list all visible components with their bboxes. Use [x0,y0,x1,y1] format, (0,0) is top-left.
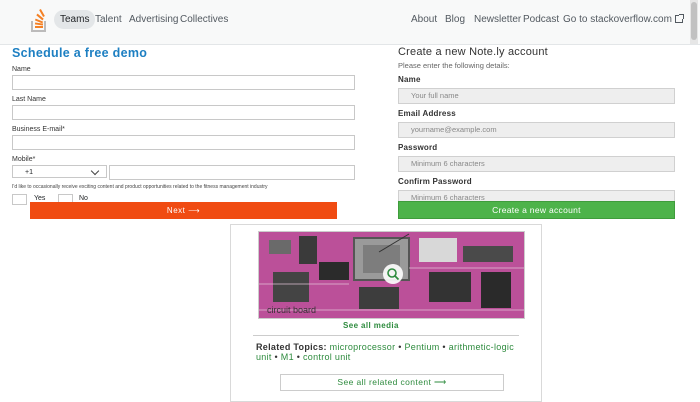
topic-link-control-unit[interactable]: control unit [303,352,351,362]
mobile-label: Mobile* [12,156,36,163]
external-link-icon [674,14,684,23]
nav-talent[interactable]: Talent [95,14,122,25]
password-label: Password [398,143,438,152]
topic-separator: • [296,352,301,362]
consent-text: I'd like to occasionally receive excitin… [12,184,268,190]
nav-blog[interactable]: Blog [445,14,465,25]
stackoverflow-logo-icon[interactable] [30,7,48,33]
name-input[interactable] [12,75,355,90]
nav-teams[interactable]: Teams [54,10,96,29]
media-card: circuit board See all media Related Topi… [230,224,542,402]
business-email-label: Business E-mail* [12,126,65,133]
country-code-value: +1 [25,169,33,176]
name-label: Name [12,66,31,73]
demo-form-title: Schedule a free demo [12,46,148,60]
scrollbar-thumb[interactable] [691,2,697,40]
yes-checkbox[interactable] [12,193,27,205]
business-email-input[interactable] [12,135,355,150]
account-form-title: Create a new Note.ly account [398,46,548,58]
topic-separator: • [274,352,278,362]
nav-about[interactable]: About [411,14,437,25]
see-all-media-link[interactable]: See all media [343,321,399,330]
nav-go-to-stackoverflow-label: Go to stackoverflow.com [563,14,672,25]
yes-label: Yes [34,194,46,202]
create-account-button[interactable]: Create a new account [398,201,675,219]
related-topics: Related Topics: microprocessor • Pentium… [256,342,516,362]
topic-separator: • [442,342,446,352]
topic-separator: • [398,342,402,352]
top-navigation-bar: Teams Talent Advertising Collectives Abo… [0,0,700,45]
nav-advertising[interactable]: Advertising [129,14,178,25]
related-topics-label: Related Topics: [256,342,327,352]
email-label: Email Address [398,109,456,118]
full-name-label: Name [398,75,421,84]
nav-newsletter[interactable]: Newsletter [474,14,521,25]
last-name-input[interactable] [12,105,355,120]
topic-link-microprocessor[interactable]: microprocessor [330,342,396,352]
chevron-down-icon [90,166,100,176]
nav-podcast[interactable]: Podcast [523,14,559,25]
no-label: No [79,194,88,202]
topic-link-pentium[interactable]: Pentium [404,342,439,352]
full-name-input[interactable]: Your full name [398,88,675,104]
magnify-icon[interactable] [386,267,400,281]
confirm-password-label: Confirm Password [398,177,472,186]
mobile-row: +1 [12,165,357,180]
topic-link-m1[interactable]: M1 [281,352,294,362]
schedule-demo-form: Schedule a free demo Name Last Name Busi… [12,46,357,206]
mobile-number-input[interactable] [109,165,355,180]
create-account-form: Create a new Note.ly account Please ente… [398,46,675,206]
last-name-label: Last Name [12,96,46,103]
account-form-subtitle: Please enter the following details: [398,61,510,70]
password-input[interactable]: Minimum 6 characters [398,156,675,172]
see-all-related-content-button[interactable]: See all related content ⟶ [280,374,504,391]
media-caption: circuit board [267,305,317,315]
next-button[interactable]: Next ⟶ [30,202,337,219]
country-code-select[interactable]: +1 [12,165,107,178]
scrollbar[interactable] [690,0,698,44]
nav-go-to-stackoverflow[interactable]: Go to stackoverflow.com [563,14,684,25]
email-input[interactable]: yourname@example.com [398,122,675,138]
nav-collectives[interactable]: Collectives [180,14,228,25]
divider [253,335,519,336]
